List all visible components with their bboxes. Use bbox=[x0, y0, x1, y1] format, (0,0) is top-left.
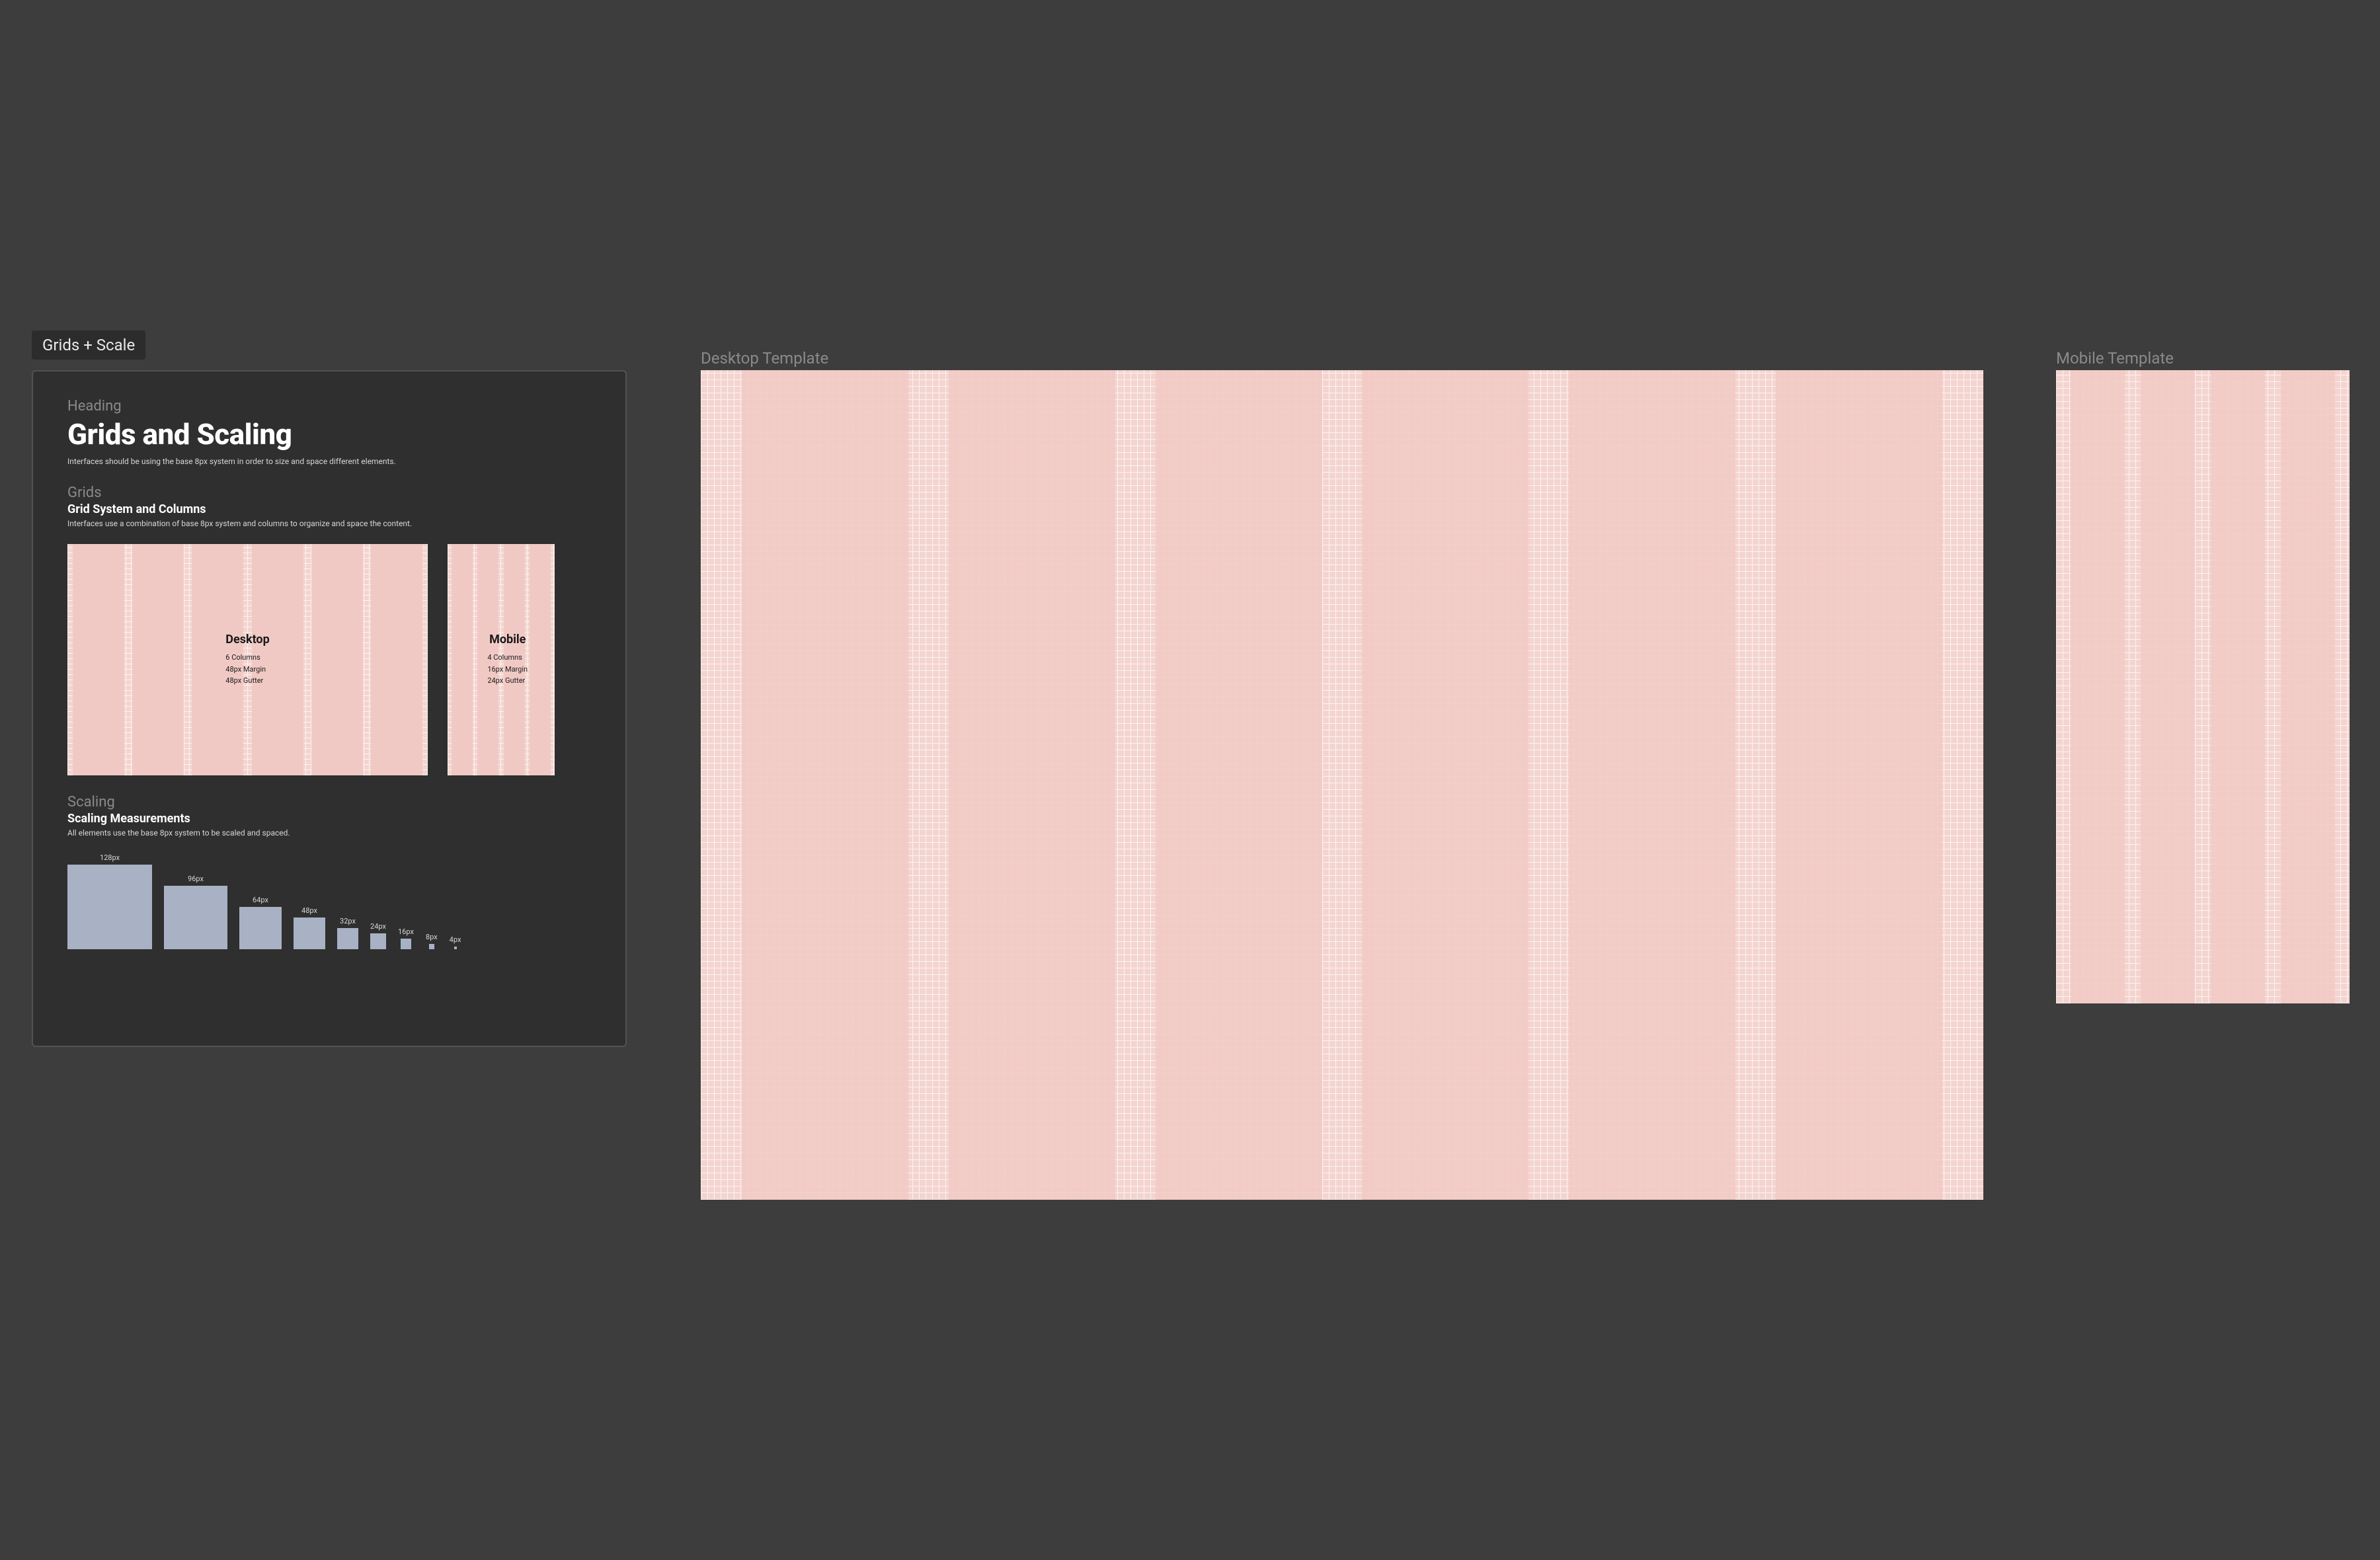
scale-item: 64px bbox=[239, 896, 282, 949]
frame-label-desktop[interactable]: Desktop Template bbox=[701, 349, 828, 368]
grid-previews: Desktop 6 Columns 48px Margin 48px Gutte… bbox=[67, 544, 591, 775]
scale-item: 4px bbox=[450, 935, 461, 949]
scale-label: 48px bbox=[301, 906, 317, 915]
page-title: Grids and Scaling bbox=[67, 417, 591, 451]
frame-label-mobile[interactable]: Mobile Template bbox=[2056, 349, 2174, 368]
scale-label: 64px bbox=[253, 896, 268, 904]
grid-spec-margin: 16px Margin bbox=[487, 664, 528, 676]
mobile-template-frame[interactable] bbox=[2056, 370, 2350, 1003]
desktop-template-frame[interactable] bbox=[701, 370, 1983, 1200]
scale-row: 128px 96px 64px 48px 32px 24px 16px 8px 4px bbox=[67, 853, 591, 949]
grid-spec-columns: 4 Columns bbox=[487, 652, 528, 664]
scale-square bbox=[370, 933, 386, 949]
grid-spec-gutter: 24px Gutter bbox=[487, 675, 528, 687]
scale-item: 16px bbox=[398, 927, 414, 949]
scale-label: 96px bbox=[188, 875, 204, 883]
scale-square bbox=[454, 947, 457, 949]
scale-item: 48px bbox=[294, 906, 325, 949]
scale-item: 128px bbox=[67, 853, 152, 949]
scale-label: 16px bbox=[398, 927, 414, 936]
grids-section-label: Grids bbox=[67, 485, 591, 501]
scale-square bbox=[294, 917, 325, 949]
scale-label: 8px bbox=[426, 933, 438, 941]
grid-spec-margin: 48px Margin bbox=[225, 664, 269, 676]
frame-tag[interactable]: Grids + Scale bbox=[32, 331, 145, 360]
scale-square bbox=[164, 886, 227, 949]
scale-label: 24px bbox=[370, 922, 386, 931]
heading-label: Heading bbox=[67, 398, 591, 414]
grid-columns bbox=[701, 370, 1983, 1200]
grid-name: Desktop bbox=[225, 633, 269, 646]
scaling-section-title: Scaling Measurements bbox=[67, 812, 591, 826]
scale-item: 32px bbox=[337, 917, 358, 949]
scale-item: 96px bbox=[164, 875, 227, 949]
scale-label: 32px bbox=[340, 917, 356, 925]
scaling-section-text: All elements use the base 8px system to … bbox=[67, 828, 591, 838]
scale-item: 24px bbox=[370, 922, 386, 949]
scale-label: 128px bbox=[100, 853, 120, 862]
grid-preview-desktop[interactable]: Desktop 6 Columns 48px Margin 48px Gutte… bbox=[67, 544, 428, 775]
scale-square bbox=[401, 939, 411, 949]
grid-meta-mobile: Mobile 4 Columns 16px Margin 24px Gutter bbox=[487, 633, 528, 687]
grids-section-text: Interfaces use a combination of base 8px… bbox=[67, 519, 591, 528]
scaling-section-label: Scaling bbox=[67, 794, 591, 810]
grid-spec-columns: 6 Columns bbox=[225, 652, 269, 664]
grid-preview-mobile[interactable]: Mobile 4 Columns 16px Margin 24px Gutter bbox=[448, 544, 555, 775]
scale-square bbox=[67, 865, 152, 949]
scale-square bbox=[429, 944, 434, 949]
documentation-card[interactable]: Heading Grids and Scaling Interfaces sho… bbox=[32, 370, 627, 1047]
grid-columns bbox=[2056, 370, 2350, 1003]
grids-section-title: Grid System and Columns bbox=[67, 502, 591, 516]
scale-square bbox=[239, 907, 282, 949]
scale-label: 4px bbox=[450, 935, 461, 944]
scale-square bbox=[337, 928, 358, 949]
grid-meta-desktop: Desktop 6 Columns 48px Margin 48px Gutte… bbox=[225, 633, 269, 687]
grid-spec-gutter: 48px Gutter bbox=[225, 675, 269, 687]
scale-item: 8px bbox=[426, 933, 438, 949]
intro-text: Interfaces should be using the base 8px … bbox=[67, 457, 591, 466]
grid-name: Mobile bbox=[487, 633, 528, 646]
